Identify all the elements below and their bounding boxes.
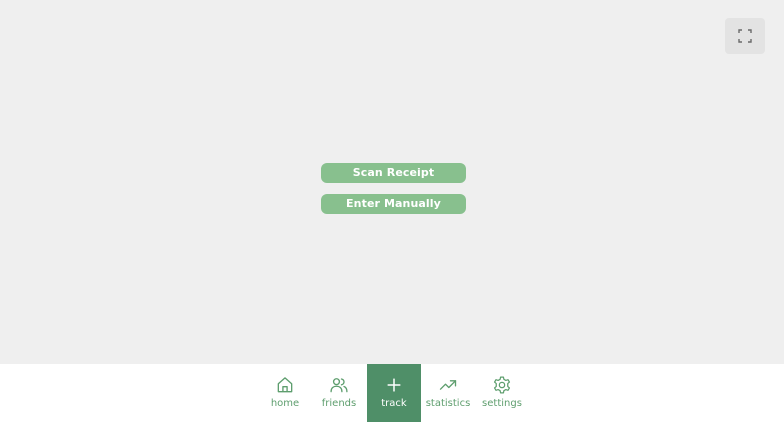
bottom-nav: home friends track statistics settings bbox=[0, 364, 784, 422]
nav-item-track[interactable]: track bbox=[367, 364, 421, 422]
main-area: Scan Receipt Enter Manually bbox=[0, 0, 784, 364]
fullscreen-button[interactable] bbox=[725, 18, 765, 54]
nav-label-settings: settings bbox=[482, 398, 522, 409]
enter-manually-button[interactable]: Enter Manually bbox=[321, 194, 466, 214]
gear-icon bbox=[493, 376, 511, 394]
nav-item-home[interactable]: home bbox=[258, 364, 312, 422]
scan-receipt-button[interactable]: Scan Receipt bbox=[321, 163, 466, 183]
expand-icon bbox=[738, 29, 752, 43]
home-icon bbox=[277, 377, 293, 393]
nav-label-home: home bbox=[270, 398, 300, 409]
nav-item-statistics[interactable]: statistics bbox=[421, 364, 475, 422]
trending-up-icon bbox=[439, 380, 457, 390]
users-icon bbox=[330, 378, 348, 393]
nav-item-friends[interactable]: friends bbox=[312, 364, 366, 422]
nav-label-statistics: statistics bbox=[425, 398, 471, 409]
nav-item-settings[interactable]: settings bbox=[475, 364, 529, 422]
plus-icon bbox=[387, 378, 401, 392]
nav-label-track: track bbox=[381, 398, 407, 409]
nav-label-friends: friends bbox=[321, 398, 357, 409]
